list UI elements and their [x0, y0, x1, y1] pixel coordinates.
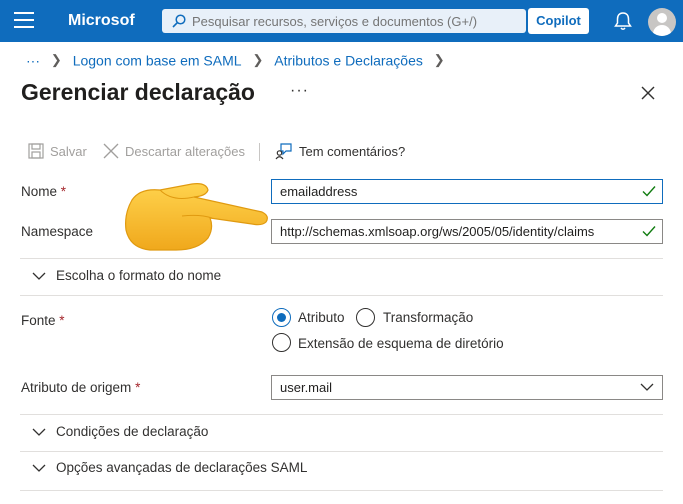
source-label: Fonte *: [21, 313, 65, 328]
source-attribute-value: user.mail: [280, 380, 333, 395]
name-format-section[interactable]: Escolha o formato do nome: [32, 268, 221, 283]
check-icon: [642, 186, 656, 197]
breadcrumb-item-saml[interactable]: Logon com base em SAML: [73, 52, 242, 68]
chevron-down-icon: [32, 428, 46, 437]
divider: [20, 414, 663, 415]
radio-directory-extension[interactable]: [272, 333, 291, 352]
search-box[interactable]: [162, 9, 526, 33]
discard-label: Descartar alterações: [125, 144, 245, 159]
divider: [20, 295, 663, 296]
source-attribute-select[interactable]: user.mail: [271, 375, 663, 400]
breadcrumb: ··· ❯ Logon com base em SAML ❯ Atributos…: [26, 51, 452, 68]
chevron-right-icon: ❯: [50, 52, 62, 68]
radio-transformation[interactable]: [356, 308, 375, 327]
bell-icon[interactable]: [612, 10, 634, 32]
feedback-label: Tem comentários?: [299, 144, 406, 159]
radio-attribute-label[interactable]: Atributo: [298, 310, 345, 325]
hamburger-icon[interactable]: [14, 12, 34, 30]
copilot-button[interactable]: Copilot: [528, 8, 589, 34]
source-attribute-label: Atributo de origem *: [21, 380, 141, 395]
divider: [20, 490, 663, 491]
name-label: Nome *: [21, 184, 67, 199]
chevron-right-icon: ❯: [252, 52, 264, 68]
name-value: emailaddress: [280, 184, 358, 199]
chevron-right-icon: ❯: [433, 52, 445, 68]
required-mark: *: [135, 380, 141, 395]
check-icon: [642, 226, 656, 237]
save-icon: [28, 143, 44, 159]
required-mark: *: [59, 313, 65, 328]
required-mark: *: [60, 184, 67, 199]
top-bar: Microsof Copilot: [0, 0, 683, 42]
search-input[interactable]: [192, 9, 518, 33]
radio-transformation-label[interactable]: Transformação: [383, 310, 473, 325]
namespace-value: http://schemas.xmlsoap.org/ws/2005/05/id…: [280, 224, 595, 239]
close-icon: [103, 143, 119, 159]
search-icon: [172, 14, 186, 28]
chevron-down-icon: [640, 383, 654, 391]
divider: [20, 258, 663, 259]
advanced-saml-section[interactable]: Opções avançadas de declarações SAML: [32, 460, 307, 475]
pointing-hand-icon: [125, 183, 268, 251]
feedback-icon: [275, 143, 292, 160]
save-button[interactable]: Salvar: [28, 140, 87, 164]
discard-button[interactable]: Descartar alterações: [103, 140, 245, 164]
chevron-down-icon: [32, 464, 46, 473]
avatar-icon[interactable]: [648, 8, 676, 36]
radio-directory-extension-label[interactable]: Extensão de esquema de diretório: [298, 336, 504, 351]
more-options-button[interactable]: ···: [290, 82, 309, 100]
breadcrumb-item-attributes[interactable]: Atributos e Declarações: [274, 52, 423, 68]
breadcrumb-more[interactable]: ···: [26, 52, 40, 68]
namespace-field[interactable]: http://schemas.xmlsoap.org/ws/2005/05/id…: [271, 219, 663, 244]
radio-attribute[interactable]: [272, 308, 291, 327]
close-icon[interactable]: [638, 83, 658, 103]
page-title: Gerenciar declaração: [21, 79, 255, 105]
save-label: Salvar: [50, 144, 87, 159]
namespace-label: Namespace: [21, 224, 94, 239]
toolbar-divider: [259, 143, 260, 161]
divider: [20, 451, 663, 452]
brand-title[interactable]: Microsof: [68, 12, 135, 30]
feedback-button[interactable]: Tem comentários?: [275, 140, 405, 164]
name-field[interactable]: emailaddress: [271, 179, 663, 204]
chevron-down-icon: [32, 272, 46, 281]
claim-conditions-section[interactable]: Condições de declaração: [32, 424, 208, 439]
